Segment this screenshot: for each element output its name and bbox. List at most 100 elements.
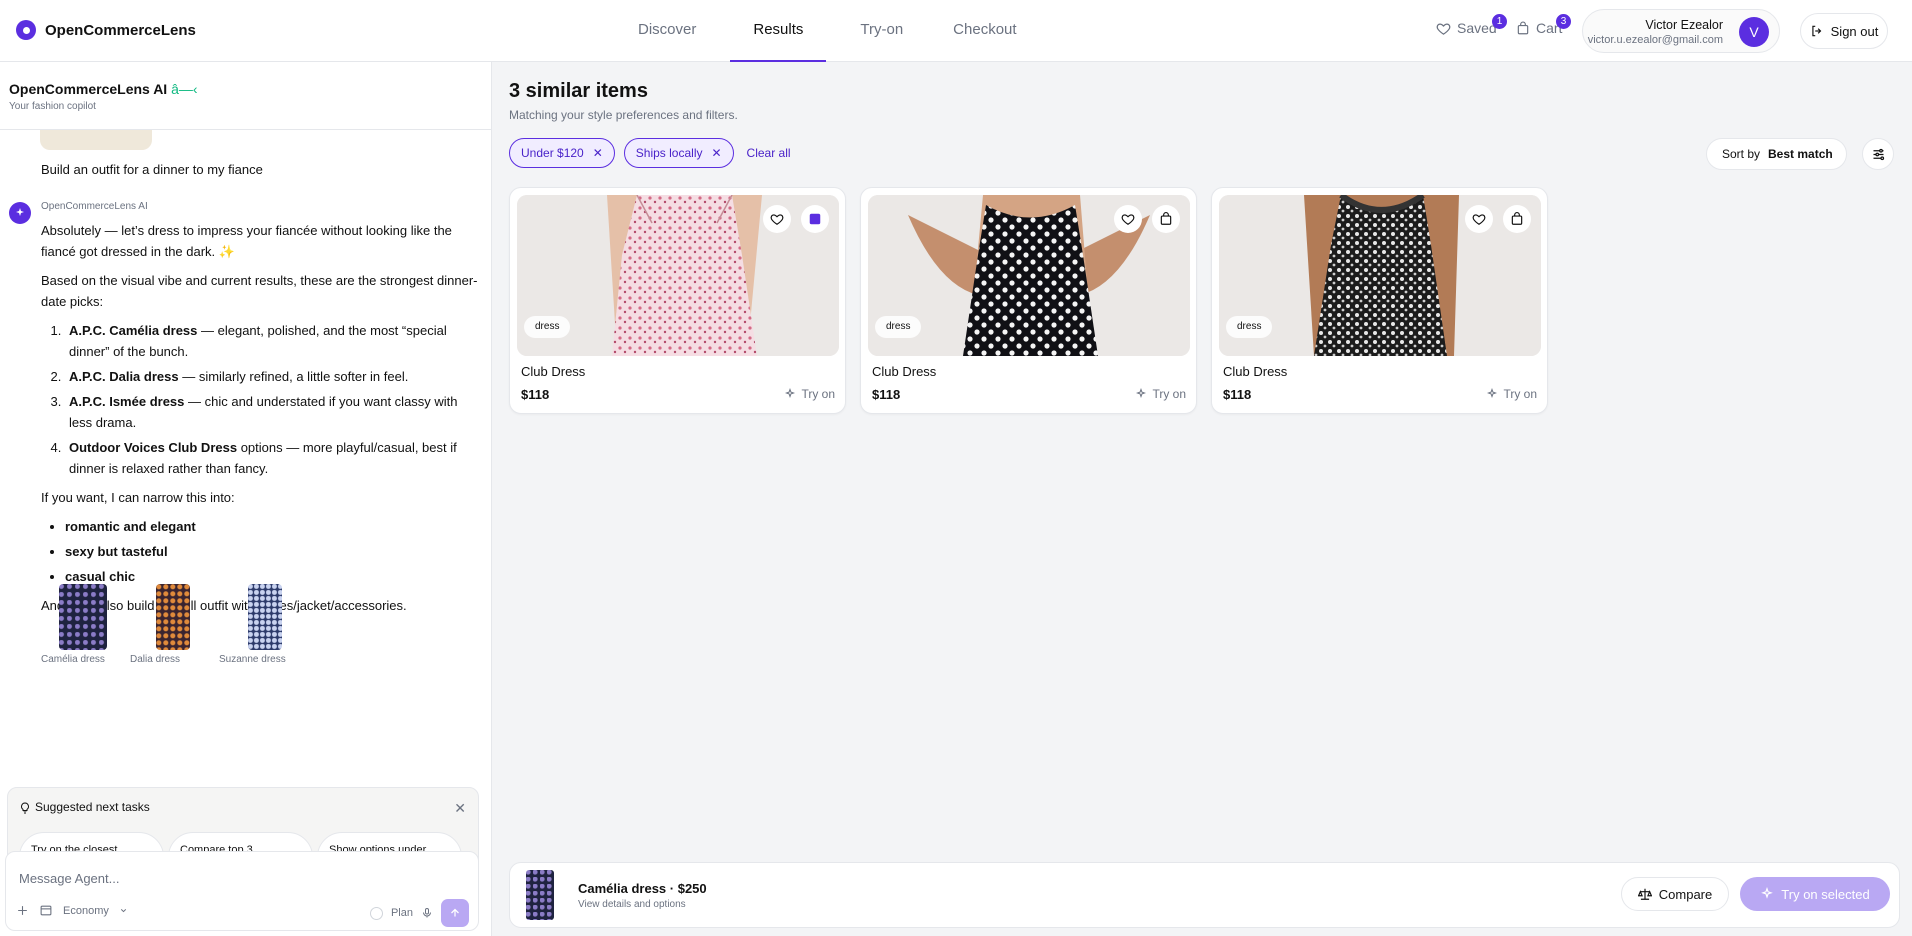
brand-name: OpenCommerceLens [45,21,196,39]
message-input[interactable]: Message Agent... [19,871,119,886]
ai-sender-name: OpenCommerceLens AI [41,201,148,212]
shopping-bag-icon [809,213,821,225]
favorite-button[interactable] [1465,205,1493,233]
sort-label: Sort by [1722,147,1761,161]
send-button[interactable] [441,899,469,927]
arrow-up-icon [451,908,459,917]
plan-label: Plan [390,907,413,919]
selected-item-title: Camélia dress · $250 [578,881,707,896]
sign-out-button[interactable]: Sign out [1800,13,1888,49]
dress-image [156,584,190,650]
heart-icon [1472,214,1486,225]
user-name: Victor Ezealor [1645,18,1723,32]
sign-out-label: Sign out [1830,23,1879,39]
narrow-option: sexy but tasteful [65,541,481,562]
plan-toggle[interactable] [369,906,383,920]
product-card[interactable]: dress Club Dress $118 Try on [860,187,1197,414]
filter-chip-ships-locally[interactable]: Ships locally ✕ [623,138,734,168]
thumbnail-camelia[interactable]: Camélia dress [41,584,130,665]
sliders-icon [1873,148,1884,160]
heart-icon [1121,214,1135,225]
ai-intro: Absolutely — let’s dress to impress your… [41,223,452,259]
close-icon[interactable]: ✕ [454,800,466,817]
sparkle-icon [1761,887,1774,899]
try-on-label: Try on [801,387,835,401]
product-card[interactable]: dress Club Dress $118 Try on [1211,187,1548,414]
tab-try-on[interactable]: Try-on [844,0,919,62]
add-to-cart-button[interactable] [801,205,829,233]
chat-title: OpenCommerceLens AI â—‹ [9,81,198,97]
lightbulb-icon [21,802,29,814]
remove-filter-icon[interactable]: ✕ [593,146,603,160]
cart-count-badge: 3 [1556,14,1571,29]
user-uploaded-image[interactable] [40,130,152,150]
tab-checkout[interactable]: Checkout [937,0,1032,62]
selection-bar: Camélia dress · $250 View details and op… [509,862,1900,928]
product-grid: dress Club Dress $118 Try on dress Club … [509,187,1548,414]
remove-filter-icon[interactable]: ✕ [711,146,721,160]
compare-button[interactable]: Compare [1621,877,1729,911]
sort-dropdown[interactable]: Sort by Best match [1706,138,1847,170]
cart-button[interactable]: Cart 3 [1516,14,1571,36]
results-subtitle: Matching your style preferences and filt… [509,108,738,122]
chat-subtitle: Your fashion copilot [9,101,96,112]
try-on-link[interactable]: Try on [784,387,835,401]
product-name: Club Dress [1223,364,1288,379]
thumbnail-suzanne[interactable]: Suzanne dress [219,584,308,665]
microphone-icon[interactable] [421,906,433,920]
user-message: Build an outfit for a dinner to my fianc… [41,162,263,177]
chat-title-text: OpenCommerceLens AI [9,81,168,97]
category-tag: dress [875,316,922,338]
composer-actions: Plan [369,899,469,927]
category-tag: dress [524,316,571,338]
saved-button[interactable]: Saved 1 [1436,14,1507,36]
thumbnail-caption: Camélia dress [41,654,105,665]
clear-all-link[interactable]: Clear all [747,146,791,160]
sparkle-icon [785,388,796,399]
add-to-cart-button[interactable] [1503,205,1531,233]
chat-header: OpenCommerceLens AI â—‹ Your fashion cop… [0,62,491,130]
filter-chip-under-120[interactable]: Under $120 ✕ [509,138,615,168]
user-email: victor.u.ezealor@gmail.com [1587,34,1723,46]
selected-item-thumbnail[interactable] [526,870,554,920]
product-card[interactable]: dress Club Dress $118 Try on [509,187,846,414]
shopping-bag-icon [1517,21,1529,34]
main-tabs: Discover Results Try-on Checkout [622,0,1051,62]
tab-results[interactable]: Results [730,0,827,62]
brand-logo[interactable]: OpenCommerceLens [16,20,196,40]
filters-button[interactable] [1862,138,1894,170]
chat-messages[interactable]: Build an outfit for a dinner to my fianc… [0,130,491,778]
message-composer: Message Agent... Economy Plan [5,851,479,931]
selected-item-subtitle[interactable]: View details and options [578,899,686,910]
favorite-button[interactable] [763,205,791,233]
dress-image [248,584,282,650]
chat-panel: OpenCommerceLens AI â—‹ Your fashion cop… [0,62,492,936]
heart-icon [1436,22,1451,35]
product-price: $118 [872,387,901,402]
product-price: $118 [521,387,550,402]
chevron-down-icon [120,909,126,913]
try-on-link[interactable]: Try on [1135,387,1186,401]
pick-item: A.P.C. Ismée dress — chic and understate… [65,391,481,433]
favorite-button[interactable] [1114,205,1142,233]
dress-image [59,584,107,650]
filter-label: Ships locally [635,146,703,160]
ai-sparkle-icon [9,202,31,224]
heart-icon [770,214,784,225]
category-tag: dress [1226,316,1273,338]
pick-item: A.P.C. Camélia dress — elegant, polished… [65,320,481,362]
product-name: Club Dress [872,364,937,379]
product-thumbnails: Camélia dress Dalia dress Suzanne dress [41,584,308,665]
try-on-link[interactable]: Try on [1486,387,1537,401]
tab-discover[interactable]: Discover [622,0,712,62]
mode-selector[interactable]: Economy [63,905,109,917]
brand-icon [16,20,36,40]
thumbnail-dalia[interactable]: Dalia dress [130,584,219,665]
user-menu[interactable]: Victor Ezealor victor.u.ezealor@gmail.co… [1582,9,1780,53]
add-to-cart-button[interactable] [1152,205,1180,233]
try-on-selected-button[interactable]: Try on selected [1740,877,1890,911]
plus-icon[interactable] [16,904,29,917]
panel-icon[interactable] [39,904,53,917]
avatar: V [1739,17,1769,47]
scale-icon [1637,888,1652,900]
